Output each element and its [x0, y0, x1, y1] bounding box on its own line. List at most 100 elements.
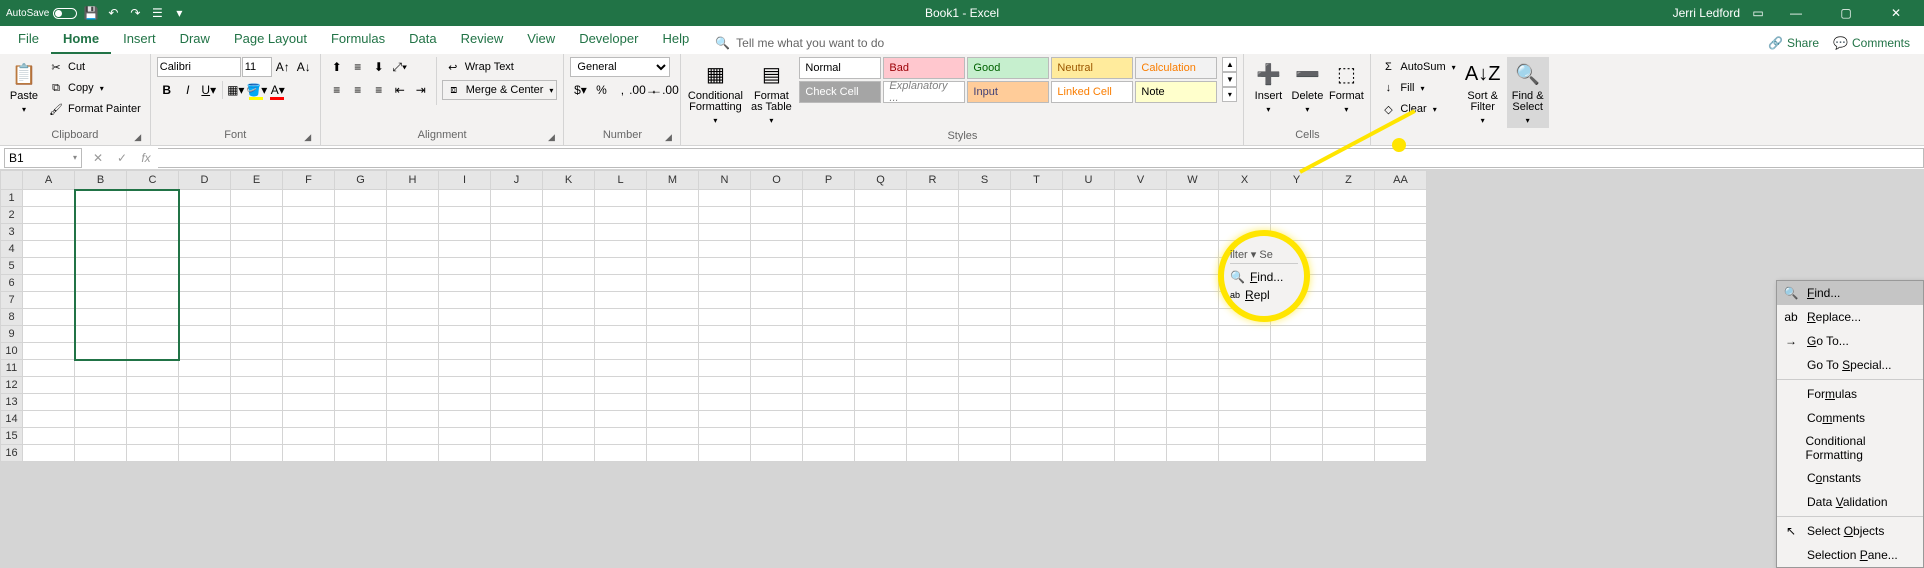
cell[interactable] — [439, 394, 491, 411]
cell[interactable] — [231, 309, 283, 326]
cell[interactable] — [1115, 428, 1167, 445]
touch-mode-icon[interactable]: ☰ — [149, 5, 165, 21]
cell[interactable] — [283, 275, 335, 292]
cell[interactable] — [543, 207, 595, 224]
cell[interactable] — [1115, 411, 1167, 428]
row-header[interactable]: 10 — [1, 343, 23, 360]
cell[interactable] — [127, 445, 179, 462]
cell[interactable] — [907, 309, 959, 326]
cell[interactable] — [335, 241, 387, 258]
cell[interactable] — [1219, 190, 1271, 207]
cell[interactable] — [803, 292, 855, 309]
spreadsheet-grid[interactable]: ABCDEFGHIJKLMNOPQRSTUVWXYZAA 12345678910… — [0, 170, 1427, 462]
save-icon[interactable]: 💾 — [83, 5, 99, 21]
cell[interactable] — [127, 275, 179, 292]
cell[interactable] — [647, 428, 699, 445]
copy-button[interactable]: ⧉Copy▾ — [45, 78, 144, 98]
cell[interactable] — [1271, 394, 1323, 411]
cell[interactable] — [1375, 258, 1427, 275]
tab-formulas[interactable]: Formulas — [319, 25, 397, 54]
cell[interactable] — [127, 309, 179, 326]
cell[interactable] — [647, 411, 699, 428]
row-header[interactable]: 5 — [1, 258, 23, 275]
qat-more-icon[interactable]: ▾ — [171, 5, 187, 21]
cell[interactable] — [699, 445, 751, 462]
cell[interactable] — [751, 207, 803, 224]
cell[interactable] — [231, 241, 283, 258]
cell[interactable] — [439, 309, 491, 326]
cell[interactable] — [855, 258, 907, 275]
cell[interactable] — [75, 207, 127, 224]
cell[interactable] — [387, 292, 439, 309]
cell[interactable] — [387, 411, 439, 428]
cell[interactable] — [1063, 207, 1115, 224]
cell[interactable] — [1011, 360, 1063, 377]
accounting-button[interactable]: $▾ — [570, 80, 590, 100]
cell[interactable] — [1167, 190, 1219, 207]
cell[interactable] — [75, 190, 127, 207]
tab-view[interactable]: View — [515, 25, 567, 54]
cell[interactable] — [179, 326, 231, 343]
cell[interactable] — [959, 309, 1011, 326]
cell[interactable] — [699, 377, 751, 394]
cell[interactable] — [1323, 224, 1375, 241]
cell[interactable] — [803, 190, 855, 207]
cut-button[interactable]: ✂Cut — [45, 57, 144, 77]
column-header[interactable]: N — [699, 171, 751, 190]
row-header[interactable]: 7 — [1, 292, 23, 309]
cell[interactable] — [75, 377, 127, 394]
cell[interactable] — [1063, 445, 1115, 462]
cell[interactable] — [543, 411, 595, 428]
column-header[interactable]: J — [491, 171, 543, 190]
menu-item-replace[interactable]: abReplace... — [1777, 305, 1923, 329]
cell[interactable] — [1375, 445, 1427, 462]
redo-icon[interactable]: ↷ — [127, 5, 143, 21]
cell[interactable] — [1219, 428, 1271, 445]
cell[interactable] — [491, 258, 543, 275]
tab-developer[interactable]: Developer — [567, 25, 650, 54]
cell[interactable] — [1167, 428, 1219, 445]
cell[interactable] — [907, 343, 959, 360]
cell[interactable] — [23, 207, 75, 224]
cell[interactable] — [283, 241, 335, 258]
cell[interactable] — [179, 360, 231, 377]
cell[interactable] — [907, 360, 959, 377]
clear-button[interactable]: ◇Clear▾ — [1377, 99, 1458, 119]
cell[interactable] — [907, 224, 959, 241]
cell[interactable] — [647, 241, 699, 258]
cell-style-explanatory[interactable]: Explanatory ... — [883, 81, 965, 103]
cell[interactable] — [1011, 411, 1063, 428]
align-center-button[interactable]: ≡ — [348, 80, 368, 100]
column-header[interactable]: L — [595, 171, 647, 190]
font-launcher[interactable]: ◢ — [302, 131, 314, 143]
cell[interactable] — [127, 241, 179, 258]
cell[interactable] — [855, 326, 907, 343]
menu-item-gotospecial[interactable]: Go To Special... — [1777, 353, 1923, 377]
cell[interactable] — [855, 394, 907, 411]
cell[interactable] — [959, 224, 1011, 241]
cell[interactable] — [387, 394, 439, 411]
cell[interactable] — [491, 411, 543, 428]
cell[interactable] — [1375, 224, 1427, 241]
cell[interactable] — [1167, 258, 1219, 275]
column-header[interactable]: V — [1115, 171, 1167, 190]
cell[interactable] — [1167, 394, 1219, 411]
cell[interactable] — [751, 258, 803, 275]
cell[interactable] — [23, 326, 75, 343]
decrease-indent-button[interactable]: ⇤ — [390, 80, 410, 100]
cell[interactable] — [179, 411, 231, 428]
share-button[interactable]: 🔗Share — [1762, 32, 1825, 54]
cell[interactable] — [439, 275, 491, 292]
cell[interactable] — [595, 360, 647, 377]
tell-me-search[interactable]: 🔍 Tell me what you want to do — [709, 32, 890, 54]
cell[interactable] — [595, 326, 647, 343]
cell[interactable] — [595, 411, 647, 428]
cell[interactable] — [439, 224, 491, 241]
cell[interactable] — [1115, 190, 1167, 207]
cell[interactable] — [647, 326, 699, 343]
cell[interactable] — [23, 292, 75, 309]
column-header[interactable]: O — [751, 171, 803, 190]
cell[interactable] — [179, 309, 231, 326]
cell[interactable] — [1115, 326, 1167, 343]
cell[interactable] — [907, 275, 959, 292]
